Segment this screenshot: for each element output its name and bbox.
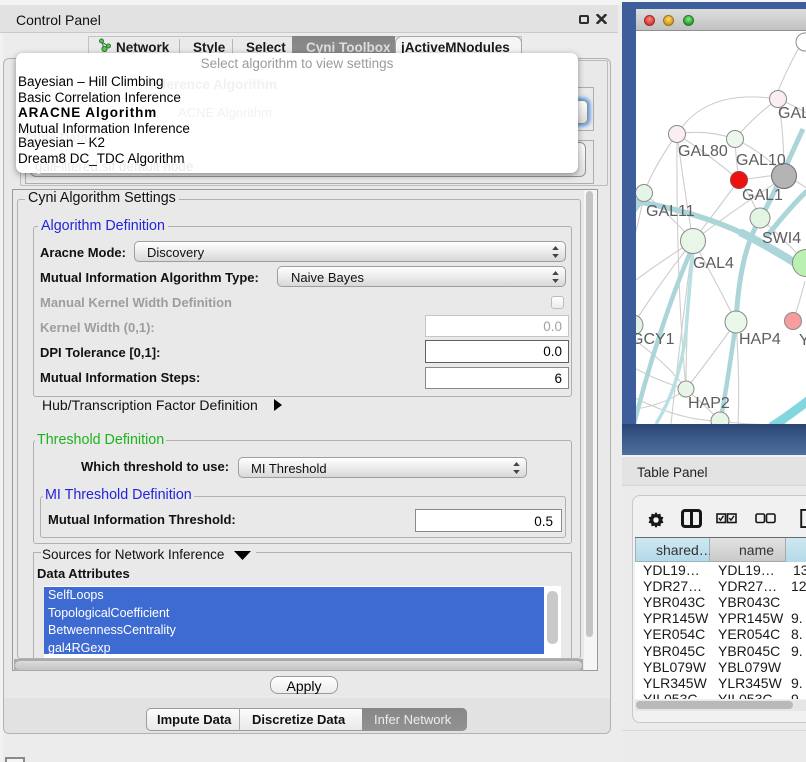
- svg-text:HAP4: HAP4: [739, 331, 781, 348]
- svg-text:GAL11: GAL11: [646, 203, 695, 220]
- svg-text:GAL4: GAL4: [693, 255, 734, 272]
- svg-text:GAL80: GAL80: [678, 143, 728, 160]
- svg-text:Y: Y: [799, 332, 806, 349]
- svg-text:GCY1: GCY1: [636, 331, 675, 348]
- svg-text:GAL10: GAL10: [736, 152, 786, 169]
- svg-text:GAL1: GAL1: [742, 187, 783, 204]
- svg-text:SWI4: SWI4: [762, 230, 801, 247]
- svg-text:GAL7: GAL7: [778, 105, 806, 122]
- svg-text:HAP2: HAP2: [688, 395, 730, 412]
